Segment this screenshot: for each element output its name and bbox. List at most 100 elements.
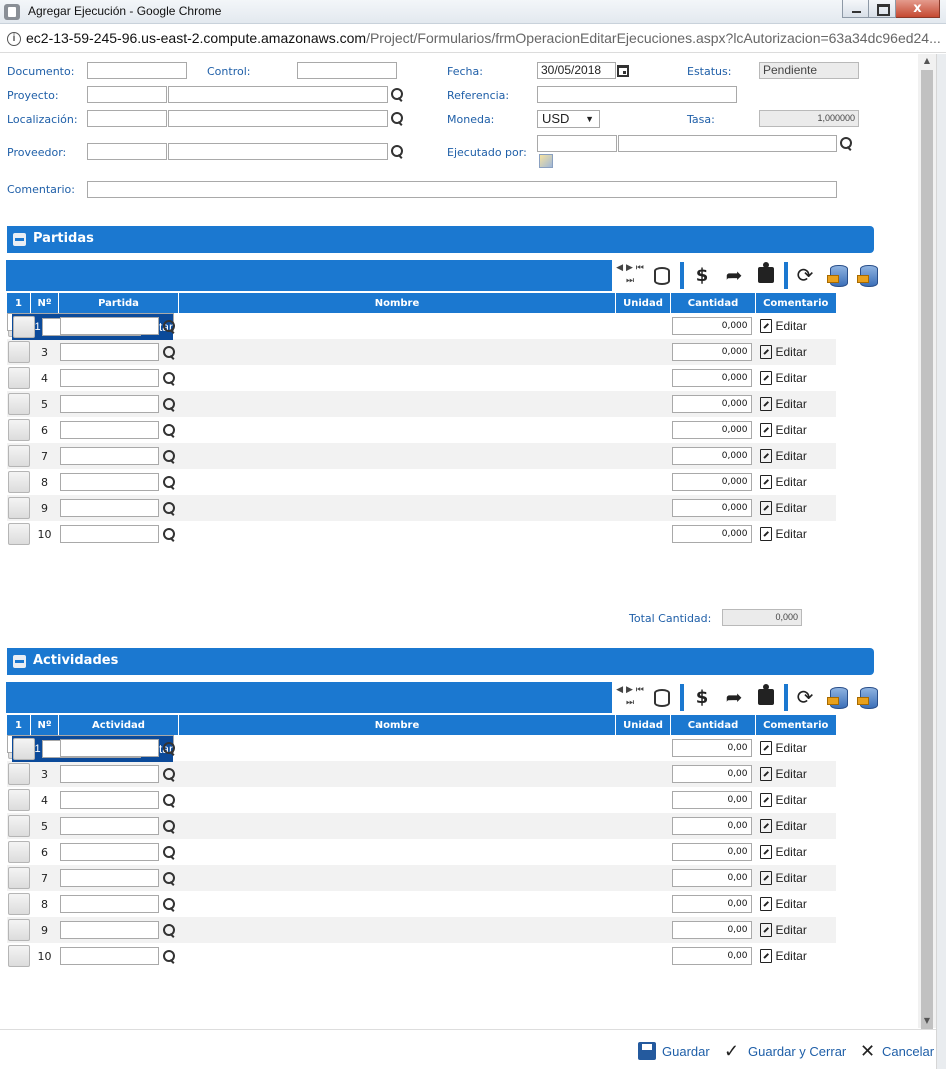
- table-row[interactable]: 10 0,000 Editar: [6, 521, 836, 547]
- code-input[interactable]: [59, 473, 159, 491]
- cantidad-input[interactable]: 0,00: [671, 817, 752, 835]
- row-select-cell[interactable]: [6, 813, 31, 839]
- comentario-column-header[interactable]: Comentario: [755, 715, 836, 735]
- cantidad-column-header[interactable]: Cantidad: [670, 293, 756, 313]
- search-icon[interactable]: [162, 476, 176, 489]
- edit-comment-link[interactable]: Editar: [756, 345, 836, 359]
- row-select-cell[interactable]: [6, 443, 31, 469]
- table-row[interactable]: 8 0,00 Editar: [6, 891, 836, 917]
- dollar-icon[interactable]: $: [694, 260, 710, 291]
- edit-comment-link[interactable]: Editar: [756, 527, 836, 541]
- address-bar[interactable]: i ec2-13-59-245-96.us-east-2.compute.ama…: [0, 25, 946, 53]
- code-input[interactable]: [59, 739, 159, 757]
- edit-comment-link[interactable]: Editar: [756, 793, 836, 807]
- edit-comment-link[interactable]: Editar: [756, 949, 836, 963]
- proyecto-name-input[interactable]: [168, 86, 388, 103]
- row-select-cell[interactable]: [6, 495, 31, 521]
- edit-comment-link[interactable]: Editar: [756, 923, 836, 937]
- row-selector[interactable]: [12, 316, 35, 338]
- ejecutado-name-input[interactable]: [618, 135, 837, 152]
- nombre-column-header[interactable]: Nombre: [178, 715, 616, 735]
- edit-comment-link[interactable]: Editar: [756, 397, 836, 411]
- localizacion-code-input[interactable]: [87, 110, 167, 127]
- table-row[interactable]: 6 0,000 Editar: [6, 417, 836, 443]
- cantidad-input[interactable]: 0,00: [671, 739, 752, 757]
- row-selector[interactable]: [7, 445, 30, 467]
- search-icon[interactable]: [162, 346, 176, 359]
- row-selector[interactable]: [7, 763, 30, 785]
- row-selector[interactable]: [12, 738, 35, 760]
- row-select-cell[interactable]: [6, 365, 31, 391]
- code-input[interactable]: [59, 817, 159, 835]
- unidad-column-header[interactable]: Unidad: [615, 715, 671, 735]
- puzzle-icon[interactable]: [758, 262, 774, 283]
- code-input[interactable]: [59, 447, 159, 465]
- refresh-icon[interactable]: ⟳: [794, 260, 816, 291]
- cantidad-input[interactable]: 0,00: [671, 843, 752, 861]
- search-icon[interactable]: [162, 398, 176, 411]
- table-row[interactable]: 5 0,000 Editar: [6, 391, 836, 417]
- row-select-cell[interactable]: [6, 787, 31, 813]
- save-and-close-button[interactable]: ✓ Guardar y Cerrar: [724, 1042, 846, 1060]
- table-row[interactable]: 20,000Editar: [6, 313, 836, 339]
- row-select-cell[interactable]: [6, 917, 31, 943]
- row-select-cell[interactable]: [11, 736, 35, 762]
- url-text[interactable]: ec2-13-59-245-96.us-east-2.compute.amazo…: [26, 30, 941, 46]
- cantidad-input[interactable]: 0,000: [671, 369, 752, 387]
- table-row[interactable]: 4 0,00 Editar: [6, 787, 836, 813]
- edit-comment-link[interactable]: Editar: [756, 871, 836, 885]
- row-select-cell[interactable]: [6, 891, 31, 917]
- documento-input[interactable]: [87, 62, 187, 79]
- row-selector[interactable]: [7, 945, 30, 967]
- search-icon[interactable]: [391, 145, 404, 158]
- db-export-icon[interactable]: [827, 687, 848, 709]
- search-icon[interactable]: [162, 742, 176, 755]
- cantidad-input[interactable]: 0,000: [671, 317, 752, 335]
- row-selector[interactable]: [7, 497, 30, 519]
- code-input[interactable]: [59, 369, 159, 387]
- select-column-header[interactable]: 1: [6, 715, 31, 735]
- localizacion-name-input[interactable]: [168, 110, 388, 127]
- actividad-column-header[interactable]: Actividad: [58, 715, 179, 735]
- search-icon[interactable]: [391, 112, 404, 125]
- nombre-column-header[interactable]: Nombre: [178, 293, 616, 313]
- row-selector[interactable]: [7, 841, 30, 863]
- edit-comment-link[interactable]: Editar: [756, 897, 836, 911]
- maximize-button[interactable]: [869, 0, 896, 18]
- save-button[interactable]: Guardar: [638, 1042, 710, 1060]
- search-icon[interactable]: [162, 794, 176, 807]
- row-selector[interactable]: [7, 919, 30, 941]
- toggle-collapse-icon[interactable]: [13, 233, 26, 246]
- table-row[interactable]: 20,00Editar: [6, 735, 836, 761]
- row-selector[interactable]: [7, 393, 30, 415]
- code-input[interactable]: [59, 317, 159, 335]
- user-picker-icon[interactable]: [539, 154, 553, 168]
- comentario-input[interactable]: [87, 181, 837, 198]
- table-row[interactable]: 7 0,00 Editar: [6, 865, 836, 891]
- cantidad-input[interactable]: 0,00: [671, 869, 752, 887]
- cantidad-input[interactable]: 0,000: [671, 499, 752, 517]
- row-select-cell[interactable]: [6, 391, 31, 417]
- row-select-cell[interactable]: [6, 469, 31, 495]
- cantidad-input[interactable]: 0,000: [671, 343, 752, 361]
- cantidad-input[interactable]: 0,000: [671, 395, 752, 413]
- db-export-icon[interactable]: [827, 265, 848, 287]
- table-row[interactable]: 5 0,00 Editar: [6, 813, 836, 839]
- cantidad-input[interactable]: 0,00: [671, 947, 752, 965]
- search-icon[interactable]: [162, 320, 176, 333]
- table-row[interactable]: 9 0,000 Editar: [6, 495, 836, 521]
- row-selector[interactable]: [7, 367, 30, 389]
- control-input[interactable]: [297, 62, 397, 79]
- code-input[interactable]: [59, 395, 159, 413]
- minimize-button[interactable]: [842, 0, 869, 18]
- search-icon[interactable]: [840, 137, 853, 150]
- row-select-cell[interactable]: [6, 521, 31, 547]
- search-icon[interactable]: [162, 846, 176, 859]
- table-row[interactable]: 8 0,000 Editar: [6, 469, 836, 495]
- nav-arrows-icon[interactable]: ◀ ▶ ⏮ ⏭: [616, 260, 644, 291]
- code-input[interactable]: [59, 947, 159, 965]
- toggle-collapse-icon[interactable]: [13, 655, 26, 668]
- row-selector[interactable]: [7, 789, 30, 811]
- row-selector[interactable]: [7, 867, 30, 889]
- code-input[interactable]: [59, 843, 159, 861]
